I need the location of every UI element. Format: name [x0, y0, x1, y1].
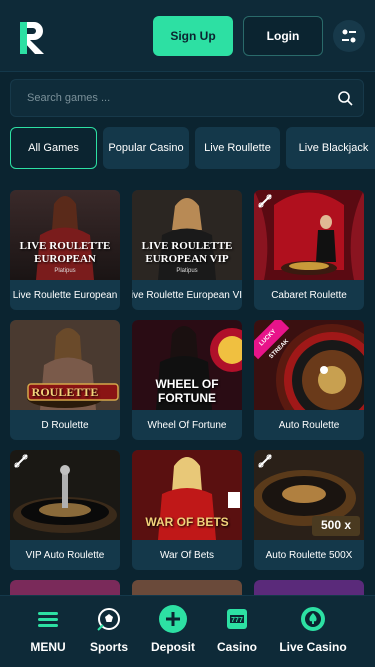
game-thumbnail: 500 x [254, 450, 364, 540]
live-dealer-thumbnail [10, 190, 120, 280]
game-card[interactable]: Cabaret Roulette [254, 190, 364, 310]
nav-deposit-label: Deposit [150, 640, 195, 654]
top-header: Sign Up Login [0, 0, 375, 72]
nav-sports[interactable]: Sports [80, 596, 138, 667]
slot-machine-icon: 777 [227, 609, 247, 629]
search-input[interactable] [27, 80, 327, 116]
thumb-title-line1: LIVE ROULETTE [19, 240, 111, 252]
nav-sports-label: Sports [89, 640, 128, 654]
tab-all-games[interactable]: All Games [10, 127, 97, 169]
thumb-multiplier: 500 x [320, 518, 352, 532]
game-name: War Of Bets [159, 549, 215, 561]
nav-live-casino[interactable]: Live Casino [274, 596, 352, 667]
game-name: Wheel Of Fortune [147, 419, 227, 431]
game-thumbnail: LIVE ROULETTE EUROPEAN VIP Platipus [132, 190, 242, 280]
game-name: VIP Auto Roulette [25, 549, 105, 561]
nav-casino[interactable]: 777 Casino [208, 596, 266, 667]
nav-deposit[interactable]: Deposit [142, 596, 204, 667]
tab-live-roullette[interactable]: Live Roullette [195, 127, 280, 169]
game-card[interactable]: LUCKY STREAK Auto Roulette [254, 320, 364, 440]
game-thumbnail: LIVE ROULETTE EUROPEAN Platipus [10, 190, 120, 280]
game-name: Cabaret Roulette [271, 289, 347, 301]
search-bar [10, 79, 364, 117]
game-name: Live Roulette European VIP [132, 289, 242, 301]
thumb-title-line2: FORTUNE [158, 391, 216, 405]
game-card[interactable]: VIP Auto Roulette [10, 450, 120, 570]
menu-icon [38, 612, 58, 627]
game-name: Auto Roulette 500X [265, 549, 353, 561]
thumb-title-line1: ROULETTE [31, 385, 99, 399]
live-dealer-thumbnail [132, 190, 242, 280]
game-thumbnail: WHEEL OF FORTUNE [132, 320, 242, 410]
search-icon[interactable] [337, 90, 353, 106]
game-name: D Roulette [41, 419, 89, 431]
provider-badge-icon [258, 454, 272, 468]
nav-menu[interactable]: MENU [18, 596, 78, 667]
category-tabs: All Games Popular Casino Live Roullette … [10, 127, 375, 169]
games-grid: LIVE ROULETTE EUROPEAN Platipus Live Rou… [0, 180, 375, 595]
tab-popular-casino[interactable]: Popular Casino [103, 127, 189, 169]
spade-chip-icon [301, 607, 325, 631]
game-card[interactable] [254, 580, 364, 595]
plus-icon [159, 605, 187, 633]
thumb-title-line1: WHEEL OF [155, 377, 219, 391]
thumb-title-line1: LIVE ROULETTE [141, 240, 233, 252]
nav-live-casino-label: Live Casino [279, 640, 347, 654]
game-thumbnail [254, 190, 364, 280]
toggle-settings-icon [342, 29, 356, 43]
provider-badge-icon [258, 194, 272, 208]
settings-toggle-button[interactable] [333, 20, 365, 52]
game-card[interactable] [10, 580, 120, 595]
game-card[interactable]: LIVE ROULETTE EUROPEAN Platipus Live Rou… [10, 190, 120, 310]
game-card[interactable]: LIVE ROULETTE EUROPEAN VIP Platipus Live… [132, 190, 242, 310]
thumb-provider: Platipus [54, 268, 76, 274]
soccer-ball-icon [97, 608, 120, 631]
svg-text:777: 777 [231, 617, 243, 624]
game-thumbnail: LUCKY STREAK [254, 320, 364, 410]
game-card[interactable]: 500 x Auto Roulette 500X [254, 450, 364, 570]
rollbit-logo-icon[interactable] [18, 20, 46, 56]
login-button[interactable]: Login [243, 16, 323, 56]
game-thumbnail: WAR OF BETS [132, 450, 242, 540]
provider-badge-icon [14, 454, 28, 468]
game-card[interactable]: WHEEL OF FORTUNE Wheel Of Fortune [132, 320, 242, 440]
nav-menu-label: MENU [30, 640, 66, 654]
game-thumbnail: ROULETTE [10, 320, 120, 410]
thumb-title-line1: WAR OF BETS [145, 515, 229, 529]
thumb-title-line2: EUROPEAN VIP [145, 253, 229, 265]
game-card[interactable] [132, 580, 242, 595]
signup-button[interactable]: Sign Up [153, 16, 233, 56]
nav-casino-label: Casino [216, 640, 257, 654]
game-card[interactable]: WAR OF BETS War Of Bets [132, 450, 242, 570]
game-card[interactable]: ROULETTE D Roulette [10, 320, 120, 440]
game-name: Live Roulette European [12, 289, 118, 301]
thumb-provider: Platipus [176, 268, 198, 274]
game-name: Auto Roulette [278, 419, 340, 431]
bottom-navigation: MENU Sports Deposit 777 Casino Live Casi… [0, 595, 375, 667]
game-thumbnail [10, 450, 120, 540]
thumb-title-line2: EUROPEAN [34, 253, 96, 265]
tab-live-blackjack[interactable]: Live Blackjack [286, 127, 375, 169]
